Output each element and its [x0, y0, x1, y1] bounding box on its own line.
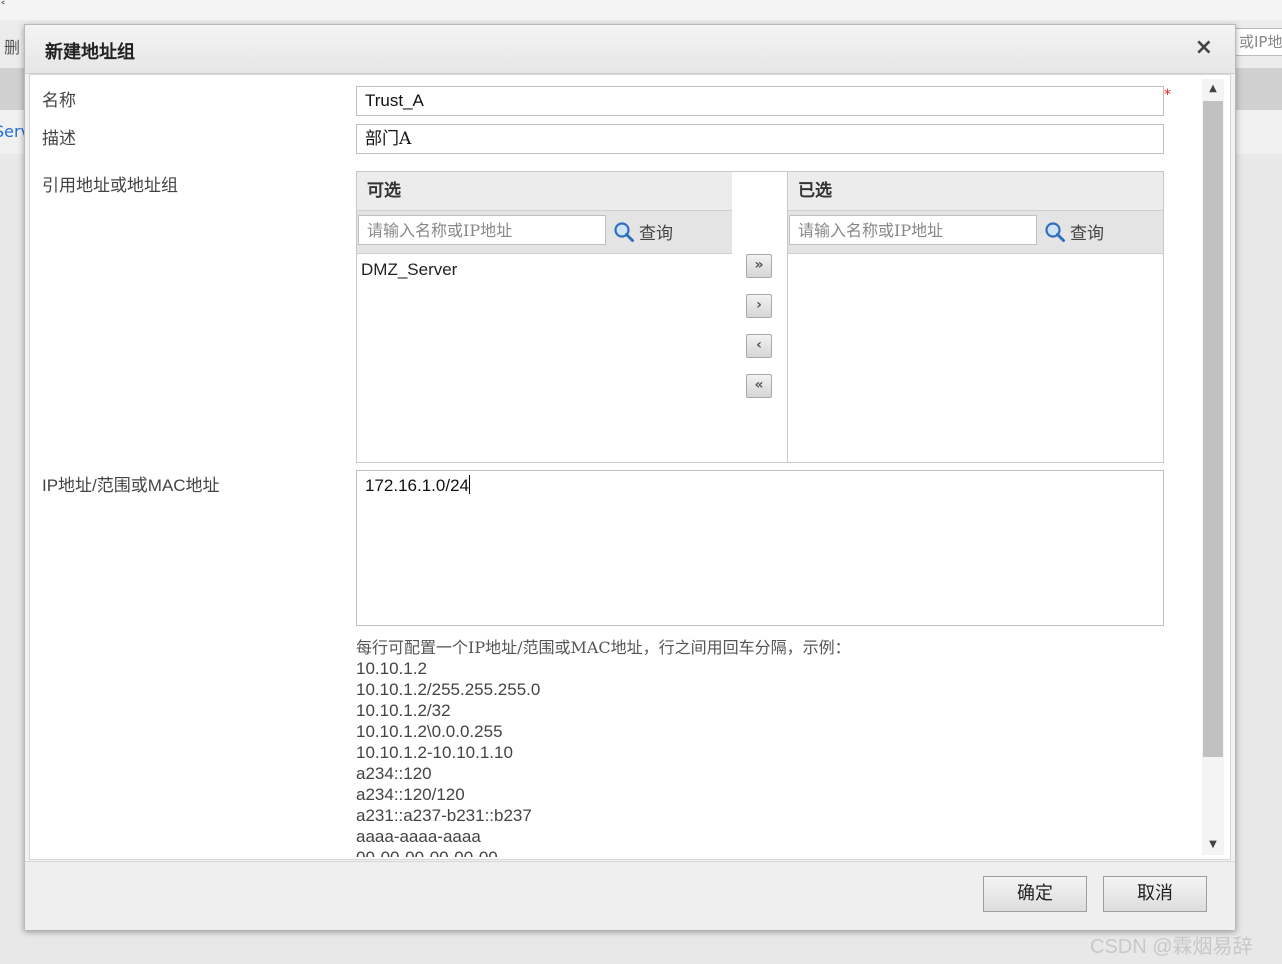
ip-range-textarea[interactable]: 172.16.1.0/24 [356, 470, 1164, 626]
selected-header: 已选 [788, 172, 1163, 211]
available-search-bar: 查询 [357, 211, 732, 254]
scrollbar-thumb[interactable] [1203, 101, 1223, 757]
format-hint: 每行可配置一个IP地址/范围或MAC地址，行之间用回车分隔，示例： 10.10.… [356, 637, 1156, 857]
magnifier-icon [1045, 222, 1065, 242]
dialog-title: 新建地址组 [45, 42, 135, 63]
hint-example: 10.10.1.2\0.0.0.255 [356, 722, 503, 741]
dialog-titlebar: 新建地址组 × [25, 25, 1235, 74]
magnifier-icon [614, 222, 634, 242]
text-caret [468, 475, 470, 494]
hint-example: a234::120/120 [356, 785, 465, 804]
available-pane: 可选 查询 DMZ_Server [356, 171, 733, 463]
arrow-down-icon[interactable]: ▼ [1202, 835, 1224, 855]
remove-button[interactable]: ‹ [746, 334, 772, 358]
selected-pane: 已选 查询 [787, 171, 1164, 463]
hint-example: 10.10.1.2-10.10.1.10 [356, 743, 513, 762]
selected-search-label: 查询 [1070, 224, 1104, 244]
reference-label: 引用地址或地址组 [42, 176, 178, 196]
add-button[interactable]: › [746, 294, 772, 318]
selected-search-bar: 查询 [788, 211, 1163, 254]
description-label: 描述 [42, 129, 76, 149]
close-icon[interactable]: × [1195, 35, 1213, 60]
background-delete-button[interactable]: 删 [4, 34, 20, 58]
arrow-up-icon[interactable]: ▲ [1202, 79, 1224, 99]
name-label: 名称 [42, 91, 76, 111]
list-item[interactable]: DMZ_Server [357, 254, 732, 280]
hint-intro: 每行可配置一个IP地址/范围或MAC地址，行之间用回车分隔，示例： [356, 638, 851, 657]
watermark: CSDN @霖烟易辞 [1090, 936, 1253, 958]
selected-search-button[interactable]: 查询 [1044, 219, 1104, 244]
hint-example: 10.10.1.2/255.255.255.0 [356, 680, 541, 699]
move-buttons-column: » › ‹ « [732, 171, 788, 463]
address-group-picker: 可选 查询 DMZ_Server » › ‹ « [356, 171, 1164, 463]
available-header: 可选 [357, 172, 732, 211]
dialog-scrollbar[interactable]: ▲ ▼ [1202, 79, 1224, 855]
hint-example: 10.10.1.2/32 [356, 701, 451, 720]
name-field[interactable]: Trust_A [356, 86, 1164, 116]
hint-example: aaaa-aaaa-aaaa [356, 827, 481, 846]
ip-range-label: IP地址/范围或MAC地址 [42, 476, 220, 495]
description-field[interactable]: 部门A [356, 124, 1164, 154]
new-address-group-dialog: 新建地址组 × 名称 Trust_A * 描述 部门A 引用地址或地址组 可选 … [24, 24, 1236, 930]
ok-button[interactable]: 确定 [983, 876, 1087, 912]
background-corner-icon: ˂ [0, 0, 6, 14]
hint-example: 10.10.1.2 [356, 659, 427, 678]
background-search-input[interactable]: 或IP地址 [1234, 28, 1282, 56]
background-topbar [0, 0, 1282, 21]
required-mark: * [1164, 87, 1171, 103]
hint-example: a231::a237-b231::b237 [356, 806, 532, 825]
selected-search-input[interactable] [789, 215, 1037, 245]
hint-example: a234::120 [356, 764, 432, 783]
add-all-button[interactable]: » [746, 254, 772, 278]
hint-example: 00-00-00-00-00-00 [356, 847, 1156, 857]
cancel-button[interactable]: 取消 [1103, 876, 1207, 912]
available-search-label: 查询 [639, 224, 673, 244]
dialog-body: 名称 Trust_A * 描述 部门A 引用地址或地址组 可选 查询 [29, 74, 1231, 860]
ip-range-value: 172.16.1.0/24 [365, 476, 469, 495]
available-search-input[interactable] [358, 215, 606, 245]
remove-all-button[interactable]: « [746, 374, 772, 398]
available-search-button[interactable]: 查询 [613, 219, 673, 244]
dialog-footer: 确定 取消 [25, 861, 1235, 930]
